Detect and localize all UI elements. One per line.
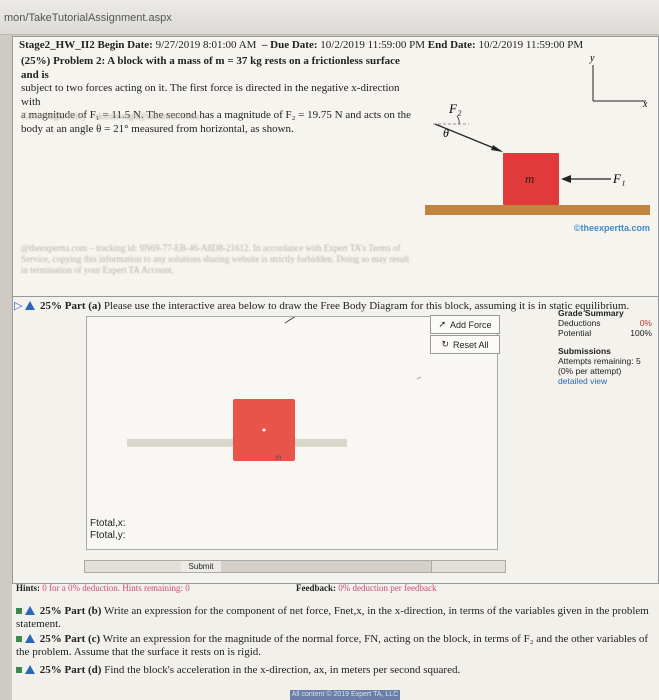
- y-axis-label: y: [589, 53, 595, 64]
- problem-diagram: y x m F₂ θ F₁: [425, 53, 650, 215]
- f1-label: F₁: [612, 171, 625, 186]
- expand-icon[interactable]: ▷: [14, 300, 22, 312]
- problem-statement-panel: Stage2_HW_II2 Begin Date: 9/27/2019 8:01…: [12, 36, 659, 306]
- part-c-item[interactable]: 25% Part (c) Write an expression for the…: [16, 633, 656, 659]
- ground-surface: [425, 205, 650, 215]
- mass-label: m: [525, 171, 534, 186]
- fbd-block-center[interactable]: [262, 428, 266, 432]
- submit-toolbar: Submit: [84, 560, 506, 573]
- detailed-view-link[interactable]: detailed view: [558, 376, 658, 386]
- per-attempt: (0% per attempt): [558, 366, 622, 376]
- theta-arc: [456, 115, 460, 125]
- grade-row: Potential 100%: [558, 328, 652, 338]
- reset-all-button[interactable]: ↻ Reset All: [430, 335, 500, 354]
- grade-summary-title: Grade Summary: [558, 308, 624, 318]
- warning-icon: [25, 665, 35, 674]
- ftotal-x: Ftotal,x:: [90, 518, 126, 529]
- f2-arrowhead: [491, 145, 503, 152]
- pin-icon: [16, 608, 22, 614]
- arrow-icon: ➚: [438, 319, 446, 329]
- hint-button[interactable]: [221, 561, 292, 572]
- submissions-title: Submissions: [558, 346, 611, 356]
- part-d-item[interactable]: 25% Part (d) Find the block's accelerati…: [16, 664, 656, 677]
- pin-icon: [16, 636, 22, 642]
- x-axis-label: x: [642, 99, 648, 110]
- ftotal-y: Ftotal,y:: [90, 530, 126, 541]
- url-text: mon/TakeTutorialAssignment.aspx: [4, 12, 172, 24]
- feedback-info: Feedback: 0% deduction per feedback: [296, 583, 437, 593]
- warning-icon: [25, 301, 36, 310]
- reset-icon: ↻: [441, 339, 449, 349]
- f1-arrowhead: [561, 175, 571, 183]
- grade-row: Deductions 0%: [558, 318, 652, 328]
- part-a-title: ▷ 25% Part (a) Please use the interactiv…: [14, 300, 630, 312]
- x-axis-hint: [416, 376, 422, 380]
- f2-label: F₂: [448, 101, 462, 116]
- feedback-button[interactable]: [291, 561, 362, 572]
- warning-icon: [25, 606, 35, 615]
- hints-info: Hints: 0 for a 0% deduction. Hints remai…: [16, 583, 190, 593]
- warning-icon: [25, 634, 35, 643]
- fbd-mass-label: m: [275, 452, 282, 462]
- pin-icon: [16, 667, 22, 673]
- expertta-credit: ©theexpertta.com: [573, 223, 650, 233]
- y-axis-hint: [284, 317, 296, 324]
- copyright-footer: All content © 2019 Expert TA, LLC: [290, 690, 400, 700]
- give-up-button[interactable]: [361, 561, 432, 572]
- theta-label: θ: [443, 126, 449, 140]
- browser-address-bar[interactable]: mon/TakeTutorialAssignment.aspx: [0, 0, 659, 35]
- attempts-remaining: Attempts remaining: 5: [558, 356, 641, 366]
- grade-summary: Grade Summary Deductions 0% Potential 100%…: [558, 308, 658, 386]
- part-b-item[interactable]: 25% Part (b) Write an expression for the…: [16, 605, 656, 631]
- submit-button[interactable]: Submit: [181, 561, 222, 572]
- add-force-button[interactable]: ➚ Add Force: [430, 315, 500, 334]
